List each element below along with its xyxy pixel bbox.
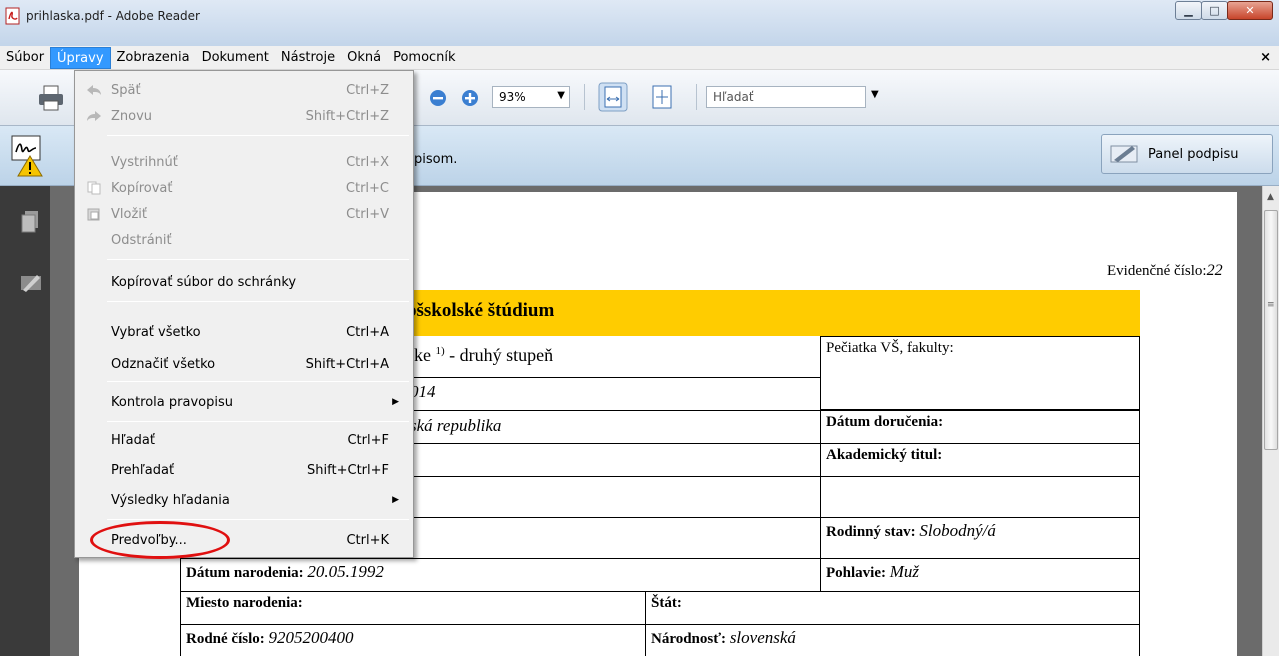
delivery-date-label: Dátum doručenia: bbox=[826, 414, 944, 430]
menu-item-copy-file-to-clipboard[interactable]: Kopírovať súbor do schránky bbox=[77, 269, 411, 295]
menu-separator bbox=[107, 135, 409, 136]
nationality-value: slovenská bbox=[729, 628, 796, 647]
zoom-in-icon[interactable] bbox=[460, 88, 480, 108]
toolbar-separator bbox=[696, 84, 697, 110]
menu-item-spell-check[interactable]: Kontrola pravopisu ▶ bbox=[77, 389, 411, 415]
menu-item-deselect-all[interactable]: Odznačiť všetko Shift+Ctrl+A bbox=[77, 351, 411, 377]
copy-icon bbox=[87, 181, 101, 195]
delivery-date-cell: Dátum doručenia: bbox=[820, 410, 1140, 444]
close-document-icon[interactable]: × bbox=[1260, 50, 1271, 65]
menu-item-advanced-search[interactable]: Prehľadať Shift+Ctrl+F bbox=[77, 457, 411, 483]
menu-separator bbox=[107, 381, 409, 382]
evidence-number: Evidenčné číslo:22 bbox=[1107, 262, 1223, 280]
minimize-icon[interactable]: ▁ bbox=[1175, 1, 1202, 20]
menu-item-search-results[interactable]: Výsledky hľadania ▶ bbox=[77, 487, 411, 513]
gender-label: Pohlavie: bbox=[826, 565, 886, 581]
menu-bar: Súbor Úpravy Zobrazenia Dokument Nástroj… bbox=[0, 46, 1279, 70]
evidence-number-label: Evidenčné číslo: bbox=[1107, 263, 1207, 279]
edit-menu-dropdown: Späť Ctrl+Z Znovu Shift+Ctrl+Z Vystrihnú… bbox=[74, 70, 414, 558]
menu-view[interactable]: Zobrazenia bbox=[111, 47, 196, 69]
menu-item-undo[interactable]: Späť Ctrl+Z bbox=[77, 77, 411, 103]
window-title: prihlaska.pdf - Adobe Reader bbox=[26, 9, 200, 23]
search-options-chevron-icon[interactable]: ▼ bbox=[871, 89, 879, 100]
signature-warning-icon[interactable] bbox=[10, 134, 44, 178]
academic-title-label: Akademický titul: bbox=[826, 447, 943, 463]
scroll-grip-icon: ≡ bbox=[1267, 300, 1275, 310]
state-label: Štát: bbox=[651, 595, 682, 611]
stamp-cell: Pečiatka VŠ, fakulty: bbox=[820, 336, 1140, 410]
red-annotation-ellipse bbox=[90, 521, 230, 559]
chevron-down-icon[interactable]: ▼ bbox=[557, 90, 565, 101]
menu-help[interactable]: Pomocník bbox=[387, 47, 461, 69]
toolbar-separator bbox=[584, 84, 585, 110]
zoom-out-icon[interactable] bbox=[428, 88, 448, 108]
menu-item-copy[interactable]: Kopírovať Ctrl+C bbox=[77, 175, 411, 201]
marital-status-cell: Rodinný stav: Slobodný/á bbox=[820, 517, 1140, 559]
menu-item-find[interactable]: Hľadať Ctrl+F bbox=[77, 427, 411, 453]
marital-status-value: Slobodný/á bbox=[919, 521, 996, 540]
undo-icon bbox=[87, 85, 101, 95]
menu-item-redo[interactable]: Znovu Shift+Ctrl+Z bbox=[77, 103, 411, 129]
birth-number-value: 9205200400 bbox=[268, 628, 354, 647]
signature-message: pisom. bbox=[414, 152, 458, 167]
birth-date-label: Dátum narodenia: bbox=[186, 565, 304, 581]
birthplace-cell: Miesto narodenia: bbox=[180, 591, 646, 625]
pdf-file-icon bbox=[5, 7, 20, 25]
gender-value: Muž bbox=[889, 562, 920, 581]
left-navigation-panel bbox=[0, 186, 50, 656]
menu-item-paste[interactable]: Vložiť Ctrl+V bbox=[77, 201, 411, 227]
title-bar: prihlaska.pdf - Adobe Reader ▁ □ ✕ bbox=[0, 0, 1279, 46]
menu-separator bbox=[107, 519, 409, 520]
fit-page-icon[interactable] bbox=[650, 84, 674, 110]
evidence-number-value: 22 bbox=[1206, 262, 1223, 279]
birth-date-cell: Dátum narodenia: 20.05.1992 bbox=[180, 558, 821, 592]
form-title: ošskolské štúdium bbox=[407, 300, 555, 321]
signatures-nav-icon[interactable] bbox=[20, 272, 42, 294]
gender-cell: Pohlavie: Muž bbox=[820, 558, 1140, 592]
pages-icon[interactable] bbox=[20, 210, 40, 234]
menu-edit[interactable]: Úpravy bbox=[50, 46, 111, 69]
paste-icon bbox=[87, 208, 100, 221]
scroll-up-icon[interactable]: ▲ bbox=[1267, 192, 1274, 202]
menu-separator bbox=[107, 421, 409, 422]
stamp-label: Pečiatka VŠ, fakulty: bbox=[826, 340, 954, 356]
menu-window[interactable]: Okná bbox=[341, 47, 387, 69]
menu-tools[interactable]: Nástroje bbox=[275, 47, 341, 69]
redo-icon bbox=[87, 111, 101, 121]
state-cell: Štát: bbox=[645, 591, 1140, 625]
menu-file[interactable]: Súbor bbox=[0, 47, 50, 69]
nationality-cell: Národnosť: slovenská bbox=[645, 624, 1140, 656]
birth-date-value: 20.05.1992 bbox=[307, 562, 384, 581]
menu-document[interactable]: Dokument bbox=[196, 47, 275, 69]
birth-number-label: Rodné číslo: bbox=[186, 631, 265, 647]
form-row bbox=[820, 476, 1140, 518]
country-fragment: ská republika bbox=[410, 416, 502, 435]
menu-separator bbox=[107, 301, 409, 302]
zoom-value: 93% bbox=[499, 90, 526, 104]
submenu-arrow-icon: ▶ bbox=[392, 397, 399, 407]
maximize-icon[interactable]: □ bbox=[1201, 1, 1228, 20]
zoom-field[interactable]: 93% ▼ bbox=[492, 86, 570, 108]
menu-separator bbox=[107, 259, 409, 260]
nationality-label: Národnosť: bbox=[651, 631, 727, 647]
signature-panel-button[interactable]: Panel podpisu bbox=[1101, 134, 1273, 174]
menu-item-cut[interactable]: Vystrihnúť Ctrl+X bbox=[77, 149, 411, 175]
menu-item-delete[interactable]: Odstrániť bbox=[77, 227, 411, 253]
birth-number-cell: Rodné číslo: 9205200400 bbox=[180, 624, 646, 656]
vertical-scrollbar[interactable]: ▲ ≡ bbox=[1262, 186, 1279, 656]
signature-pen-icon bbox=[1110, 145, 1138, 163]
menu-item-select-all[interactable]: Vybrať všetko Ctrl+A bbox=[77, 319, 411, 345]
print-icon[interactable] bbox=[36, 84, 66, 112]
fit-width-icon[interactable] bbox=[598, 82, 628, 112]
marital-status-label: Rodinný stav: bbox=[826, 524, 916, 540]
signature-panel-label: Panel podpisu bbox=[1148, 146, 1239, 162]
scroll-thumb[interactable] bbox=[1264, 210, 1278, 450]
birthplace-label: Miesto narodenia: bbox=[186, 595, 303, 611]
submenu-arrow-icon: ▶ bbox=[392, 495, 399, 505]
close-icon[interactable]: ✕ bbox=[1227, 1, 1273, 20]
academic-title-cell: Akademický titul: bbox=[820, 443, 1140, 477]
search-input[interactable]: Hľadať bbox=[706, 86, 866, 108]
